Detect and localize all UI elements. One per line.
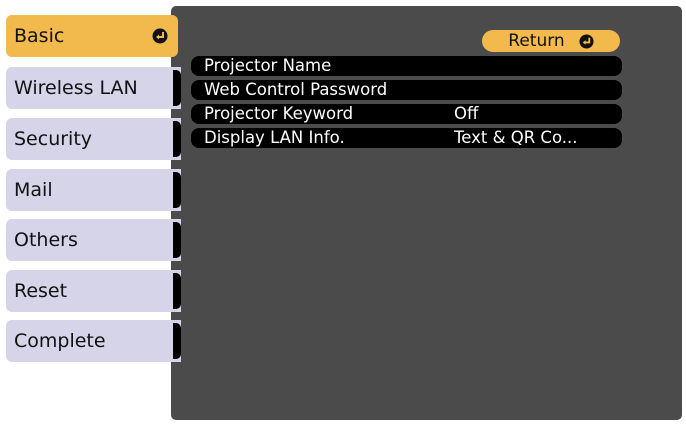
return-button[interactable]: Return [482, 30, 620, 52]
tab-label: Others [14, 229, 78, 251]
setting-row-display-lan-info[interactable]: Display LAN Info. Text & QR Co... [191, 128, 622, 148]
tab-label: Reset [14, 280, 68, 302]
tab-mail[interactable]: Mail [6, 169, 181, 211]
tab-label: Wireless LAN [14, 77, 138, 99]
tab-complete[interactable]: Complete [6, 320, 181, 362]
tab-label: Complete [14, 330, 106, 352]
tab-basic[interactable]: Basic [6, 15, 178, 57]
setting-row-projector-name[interactable]: Projector Name [191, 56, 622, 76]
return-label: Return [508, 31, 565, 51]
setting-label: Display LAN Info. [204, 128, 345, 147]
tab-wireless-lan[interactable]: Wireless LAN [6, 67, 181, 109]
tab-reset[interactable]: Reset [6, 270, 181, 312]
tab-others[interactable]: Others [6, 219, 181, 261]
setting-value: Text & QR Co... [454, 128, 578, 147]
setting-value: Off [454, 104, 479, 123]
enter-icon [152, 28, 168, 44]
setting-row-web-control-password[interactable]: Web Control Password [191, 80, 622, 100]
setting-label: Projector Keyword [204, 104, 354, 123]
tab-label: Mail [14, 179, 53, 201]
tab-label: Security [14, 128, 93, 150]
tab-label: Basic [14, 25, 65, 47]
setting-label: Projector Name [204, 56, 332, 75]
enter-icon [579, 33, 594, 49]
setting-row-projector-keyword[interactable]: Projector Keyword Off [191, 104, 622, 124]
tab-security[interactable]: Security [6, 118, 181, 160]
setting-label: Web Control Password [204, 80, 388, 99]
